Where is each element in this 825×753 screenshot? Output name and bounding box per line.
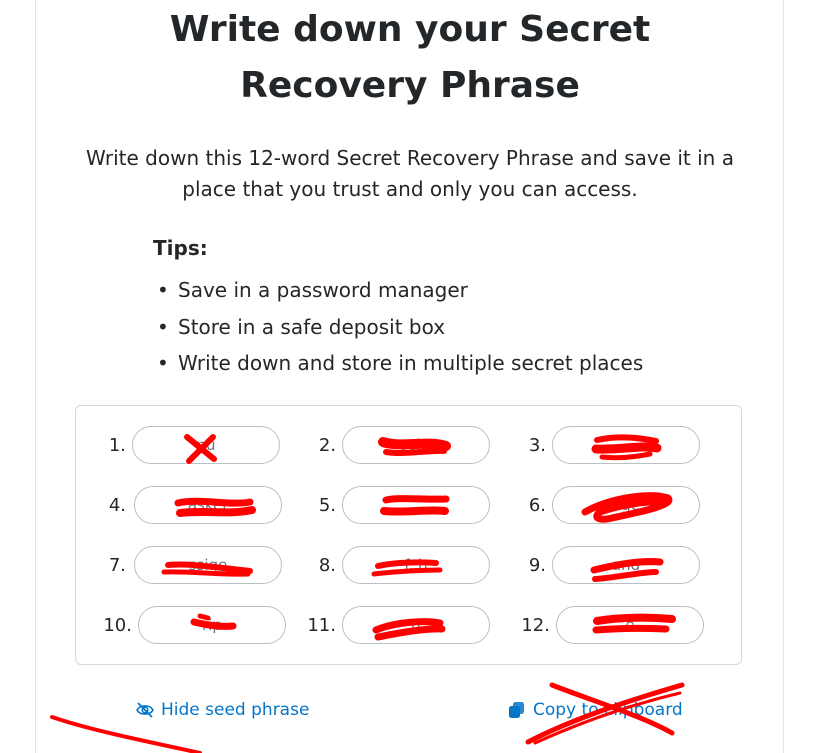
word-chip: asket [134,486,282,524]
word-number: 10. [103,615,132,636]
page-title-line-2: Recovery Phrase [240,65,580,106]
word-number: 9. [528,555,546,576]
word-chip: ocke [342,426,490,464]
word-number: 5. [318,495,336,516]
eye-slash-icon [135,700,155,720]
page-title: Write down your Secret Recovery Phrase [100,2,720,114]
tip-item: Save in a password manager [157,272,643,309]
word-chip: and [552,546,700,584]
word-number: 8. [318,555,336,576]
word-chip: e [556,606,704,644]
word-chip: age [552,486,700,524]
copy-icon [507,700,527,720]
word-chip [342,486,490,524]
tip-item: Store in a safe deposit box [157,309,643,346]
word-number: 1. [108,435,126,456]
tips-heading: Tips: [153,236,208,260]
description-line-1: Write down this 12-word Secret Recovery … [86,146,734,170]
word-number: 4. [108,495,126,516]
word-number: 6. [528,495,546,516]
word-number: 12. [521,615,550,636]
tips-list: Save in a password manager Store in a sa… [157,272,643,382]
hide-seed-phrase-button[interactable]: Hide seed phrase [135,700,309,720]
phrase-actions: Hide seed phrase Copy to clipboard [0,700,825,730]
description-line-2: place that you trust and only you can ac… [182,177,638,201]
word-number: 11. [307,615,336,636]
word-number: 7. [108,555,126,576]
word-chip: d [342,606,490,644]
word-chip: ssige [134,546,282,584]
card-border-right [783,0,784,753]
copy-to-clipboard-label: Copy to clipboard [533,700,683,720]
secret-recovery-phrase-grid: 1. pu 2. ocke 3. 4. asket 5. 6. age 7. s… [75,405,742,665]
word-chip: pu [132,426,280,464]
tip-item: Write down and store in multiple secret … [157,345,643,382]
word-number: 2. [318,435,336,456]
word-chip: f..h [342,546,490,584]
word-chip: rip [138,606,286,644]
copy-to-clipboard-button[interactable]: Copy to clipboard [507,700,683,720]
page-description: Write down this 12-word Secret Recovery … [60,143,760,205]
hide-seed-phrase-label: Hide seed phrase [161,700,310,720]
word-chip [552,426,700,464]
page-title-line-1: Write down your Secret [169,9,651,50]
card-border-left [35,0,36,753]
word-number: 3. [528,435,546,456]
